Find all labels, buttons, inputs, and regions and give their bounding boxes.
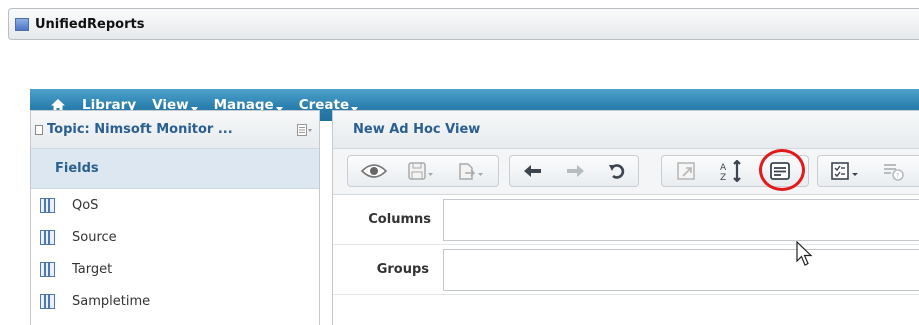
columns-row: Columns: [333, 195, 919, 245]
svg-text:A: A: [720, 163, 727, 173]
topic-label[interactable]: Topic: Nimsoft Monitor ...: [47, 122, 297, 137]
redo-icon[interactable]: [556, 156, 594, 186]
field-item-target[interactable]: Target: [31, 253, 319, 285]
undo-all-icon[interactable]: [598, 156, 636, 186]
save-icon[interactable]: [398, 156, 444, 186]
highlight-circle: [759, 149, 805, 191]
toolbar-group-options: ?: [817, 155, 919, 187]
field-item-sampletime[interactable]: Sampletime: [31, 285, 319, 317]
field-icon: [40, 261, 55, 277]
svg-text:Z: Z: [720, 173, 726, 182]
mouse-cursor-icon: [796, 240, 814, 271]
fields-panel: Topic: Nimsoft Monitor ... Fields QoS So…: [30, 110, 320, 325]
columns-label: Columns: [368, 212, 431, 227]
undo-icon[interactable]: [514, 156, 552, 186]
groups-drop-zone[interactable]: [443, 248, 919, 291]
view-toolbar: A Z ?: [333, 149, 919, 195]
filter-icon[interactable]: ?: [872, 156, 916, 186]
window-titlebar: UnifiedReports: [8, 8, 919, 40]
field-icon: [40, 229, 55, 245]
groups-label: Groups: [376, 262, 429, 277]
export-icon[interactable]: [448, 156, 494, 186]
toolbar-group-history: [509, 155, 639, 187]
columns-drop-zone[interactable]: [443, 198, 919, 241]
options-icon[interactable]: [822, 156, 868, 186]
toolbar-group-file: [347, 155, 499, 187]
window-title: UnifiedReports: [35, 16, 145, 32]
topic-icon: [35, 124, 43, 135]
svg-text:?: ?: [896, 172, 900, 180]
fields-header: Fields: [31, 149, 319, 189]
topic-menu-icon[interactable]: [297, 123, 313, 136]
app-icon: [15, 17, 29, 31]
adhoc-view-panel: New Ad Hoc View A Z ? Columns Groups: [332, 110, 919, 325]
groups-row: Groups: [333, 245, 919, 295]
field-item-source[interactable]: Source: [31, 221, 319, 253]
field-icon: [40, 197, 55, 213]
eye-icon[interactable]: [352, 156, 396, 186]
field-icon: [40, 293, 55, 309]
sort-icon[interactable]: A Z: [710, 156, 754, 186]
topic-header: Topic: Nimsoft Monitor ...: [31, 111, 319, 149]
switch-group-icon[interactable]: [666, 156, 706, 186]
field-item-qos[interactable]: QoS: [31, 189, 319, 221]
view-title: New Ad Hoc View: [333, 111, 919, 149]
